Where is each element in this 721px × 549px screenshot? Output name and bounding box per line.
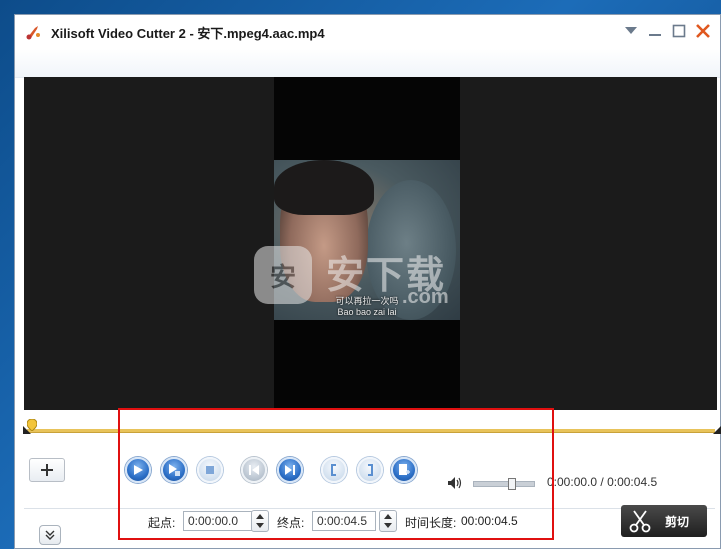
time-separator: / [600, 475, 604, 489]
window-controls [622, 23, 712, 39]
volume-slider-knob[interactable] [508, 478, 517, 490]
timeline-slider[interactable] [23, 419, 721, 434]
next-frame-button[interactable] [277, 457, 303, 483]
cut-button-label: 剪切 [665, 514, 690, 529]
set-end-button[interactable] [357, 457, 383, 483]
duration-label: 时间长度: [405, 516, 457, 530]
window-title: Xilisoft Video Cutter 2 - 安下.mpeg4.aac.m… [51, 25, 325, 41]
end-point-spinner[interactable] [379, 510, 397, 532]
dropdown-menu-icon[interactable] [622, 23, 640, 39]
toolbar-band [15, 49, 720, 78]
scissors-app-icon [26, 26, 40, 40]
volume-icon[interactable] [447, 476, 463, 490]
spinner-up-icon[interactable] [256, 514, 264, 519]
current-time: 0:00:00.0 [547, 475, 598, 489]
add-button[interactable] [29, 458, 65, 482]
end-point-field[interactable] [312, 511, 376, 531]
total-time: 0:00:04.5 [607, 475, 658, 489]
hair-shape [274, 160, 374, 215]
spinner-down-icon[interactable] [256, 523, 264, 528]
spinner-down-icon[interactable] [384, 523, 392, 528]
close-button[interactable] [694, 23, 712, 39]
cut-button[interactable]: 剪切 [621, 505, 707, 537]
add-segment-button[interactable] [391, 457, 417, 483]
add-segment-icon [399, 464, 410, 475]
previous-frame-button[interactable] [241, 457, 267, 483]
scissors-icon [629, 510, 651, 533]
start-bracket-icon [331, 464, 336, 476]
chevron-down-double-icon [45, 530, 55, 540]
volume-slider[interactable] [473, 478, 535, 490]
play-icon [134, 465, 143, 475]
start-point-field[interactable] [183, 511, 253, 531]
minimize-button[interactable] [646, 23, 664, 39]
expand-panel-button[interactable] [39, 525, 61, 545]
skip-forward-icon [285, 465, 295, 475]
set-start-button[interactable] [321, 457, 347, 483]
watermark-domain: .com [402, 286, 449, 308]
play-button[interactable] [125, 457, 151, 483]
watermark: 安 安下载 .com [254, 242, 474, 312]
playhead-icon[interactable] [27, 419, 37, 431]
time-readout: 0:00:00.0 / 0:00:04.5 [547, 475, 657, 489]
duration-value: 00:00:04.5 [461, 514, 518, 528]
title-bar[interactable]: Xilisoft Video Cutter 2 - 安下.mpeg4.aac.m… [15, 15, 720, 49]
stop-button[interactable] [197, 457, 223, 483]
end-point-label: 终点: [277, 516, 305, 530]
stop-icon [206, 466, 214, 474]
start-point-label: 起点: [148, 516, 176, 530]
spinner-up-icon[interactable] [384, 514, 392, 519]
skip-back-icon [249, 465, 259, 475]
play-selection-icon [169, 464, 180, 476]
watermark-badge: 安 [254, 246, 312, 304]
plus-icon [41, 464, 53, 476]
start-point-spinner[interactable] [251, 510, 269, 532]
divider [24, 508, 715, 509]
video-preview[interactable]: 可以再拉一次吗 Bao bao zai lai 安 安下载 .com [24, 77, 717, 410]
play-selection-button[interactable] [161, 457, 187, 483]
maximize-button[interactable] [670, 23, 688, 39]
app-window: Xilisoft Video Cutter 2 - 安下.mpeg4.aac.m… [14, 14, 721, 549]
timeline-end-marker[interactable] [713, 426, 721, 434]
timeline-track [27, 429, 715, 433]
end-bracket-icon [368, 464, 373, 476]
